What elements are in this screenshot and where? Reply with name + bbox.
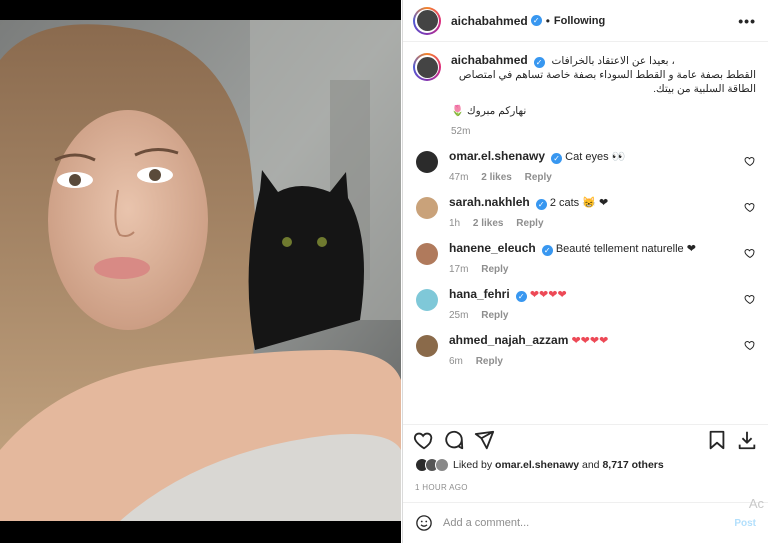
commenter-avatar[interactable] bbox=[416, 243, 438, 265]
comment-input[interactable] bbox=[443, 517, 735, 529]
reply-button[interactable]: Reply bbox=[516, 218, 543, 229]
post-actions-bar bbox=[403, 424, 768, 454]
commenter-username[interactable]: hana_fehri bbox=[449, 287, 510, 301]
comment-item: ahmed_najah_azzam ❤❤❤❤ 6m Reply bbox=[413, 333, 756, 367]
more-options-icon[interactable]: ••• bbox=[738, 13, 756, 29]
comment-likes[interactable]: 2 likes bbox=[473, 218, 504, 229]
like-heart-icon[interactable] bbox=[413, 429, 435, 451]
comment-item: hana_fehri ✓ ❤❤❤❤ 25m Reply bbox=[413, 287, 756, 321]
commenter-username[interactable]: sarah.nakhleh bbox=[449, 195, 530, 209]
caption-time: 52m bbox=[451, 126, 471, 137]
verified-badge-icon: ✓ bbox=[541, 245, 553, 256]
liked-by-row: Liked by omar.el.shenawy and 8,717 other… bbox=[415, 458, 758, 472]
comment-text: 2 cats 😸 ❤ bbox=[549, 197, 609, 209]
caption-avatar[interactable] bbox=[413, 53, 441, 81]
comment-text: Cat eyes 👀 bbox=[565, 151, 626, 163]
like-comment-heart-icon[interactable] bbox=[744, 339, 756, 351]
caption-line: بعيدا عن الاعتقاد بالخرافات ، bbox=[551, 55, 675, 67]
likes-count[interactable]: 8,717 others bbox=[602, 459, 663, 471]
photo-top-bar bbox=[0, 0, 401, 20]
author-avatar[interactable] bbox=[413, 6, 441, 35]
comment-item: sarah.nakhleh ✓ 2 cats 😸 ❤ 1h 2 likes Re… bbox=[413, 195, 756, 229]
reply-button[interactable]: Reply bbox=[525, 172, 552, 183]
caption-line: القطط بصفة عامة و القطط السوداء بصفة خاص… bbox=[458, 69, 756, 81]
comment-time: 25m bbox=[449, 310, 469, 321]
save-bookmark-icon[interactable] bbox=[706, 429, 728, 451]
liker-avatars[interactable] bbox=[415, 458, 449, 472]
comment-text: ❤❤❤❤ bbox=[571, 335, 609, 347]
caption-username[interactable]: aichabahmed bbox=[451, 53, 528, 67]
commenter-avatar[interactable] bbox=[416, 197, 438, 219]
comment-time: 17m bbox=[449, 264, 469, 275]
download-icon[interactable] bbox=[736, 429, 758, 451]
reply-button[interactable]: Reply bbox=[476, 356, 503, 367]
like-comment-heart-icon[interactable] bbox=[744, 247, 756, 259]
comment-time: 6m bbox=[449, 356, 463, 367]
comment-text: Beauté tellement naturelle ❤ bbox=[555, 243, 696, 255]
emoji-smiley-icon[interactable] bbox=[415, 514, 433, 532]
like-comment-heart-icon[interactable] bbox=[744, 155, 756, 167]
comment-time: 47m bbox=[449, 172, 469, 183]
comment-bubble-icon[interactable] bbox=[443, 429, 465, 451]
share-send-icon[interactable] bbox=[473, 429, 495, 451]
verified-badge-icon: ✓ bbox=[530, 15, 542, 26]
comment-likes[interactable]: 2 likes bbox=[481, 172, 512, 183]
commenter-username[interactable]: omar.el.shenawy bbox=[449, 149, 545, 163]
caption-line: الطاقة السلبية من بيتك. bbox=[653, 83, 756, 95]
comment-text: ❤❤❤❤ bbox=[529, 289, 567, 301]
comment-item: omar.el.shenawy ✓ Cat eyes 👀 47m 2 likes… bbox=[413, 149, 756, 183]
verified-badge-icon: ✓ bbox=[515, 291, 527, 302]
post-header: aichabahmed ✓ • Following ••• bbox=[403, 0, 768, 42]
comments-list[interactable]: aichabahmed ✓ بعيدا عن الاعتقاد بالخرافا… bbox=[403, 43, 768, 422]
caption-greeting: نهاركم مبروك 🌷 bbox=[451, 105, 527, 117]
verified-badge-icon: ✓ bbox=[551, 153, 563, 164]
activation-watermark: Ac bbox=[748, 496, 764, 511]
reply-button[interactable]: Reply bbox=[481, 310, 508, 321]
following-button[interactable]: Following bbox=[554, 15, 605, 27]
author-username[interactable]: aichabahmed bbox=[451, 14, 528, 28]
verified-badge-icon: ✓ bbox=[535, 199, 547, 210]
post-timestamp[interactable]: 1 HOUR AGO bbox=[415, 483, 468, 492]
liked-by-prefix: Liked by bbox=[453, 459, 493, 471]
like-comment-heart-icon[interactable] bbox=[744, 293, 756, 305]
comment-item: hanene_eleuch ✓ Beauté tellement naturel… bbox=[413, 241, 756, 275]
photo-bottom-bar bbox=[0, 521, 401, 543]
comment-time: 1h bbox=[449, 218, 461, 229]
post-side-panel: aichabahmed ✓ • Following ••• aichabahme… bbox=[402, 0, 768, 543]
like-comment-heart-icon[interactable] bbox=[744, 201, 756, 213]
commenter-avatar[interactable] bbox=[416, 151, 438, 173]
add-comment-bar: Post bbox=[403, 502, 768, 543]
commenter-username[interactable]: ahmed_najah_azzam bbox=[449, 333, 568, 347]
verified-badge-icon: ✓ bbox=[533, 57, 545, 68]
post-comment-button[interactable]: Post bbox=[734, 518, 756, 529]
commenter-username[interactable]: hanene_eleuch bbox=[449, 241, 536, 255]
liked-by-user[interactable]: omar.el.shenawy bbox=[495, 459, 579, 471]
liked-by-joiner: and bbox=[582, 459, 600, 471]
reply-button[interactable]: Reply bbox=[481, 264, 508, 275]
commenter-avatar[interactable] bbox=[416, 289, 438, 311]
post-photo[interactable] bbox=[0, 20, 401, 521]
post-caption: aichabahmed ✓ بعيدا عن الاعتقاد بالخرافا… bbox=[413, 53, 756, 137]
commenter-avatar[interactable] bbox=[416, 335, 438, 357]
separator-dot: • bbox=[545, 13, 550, 28]
